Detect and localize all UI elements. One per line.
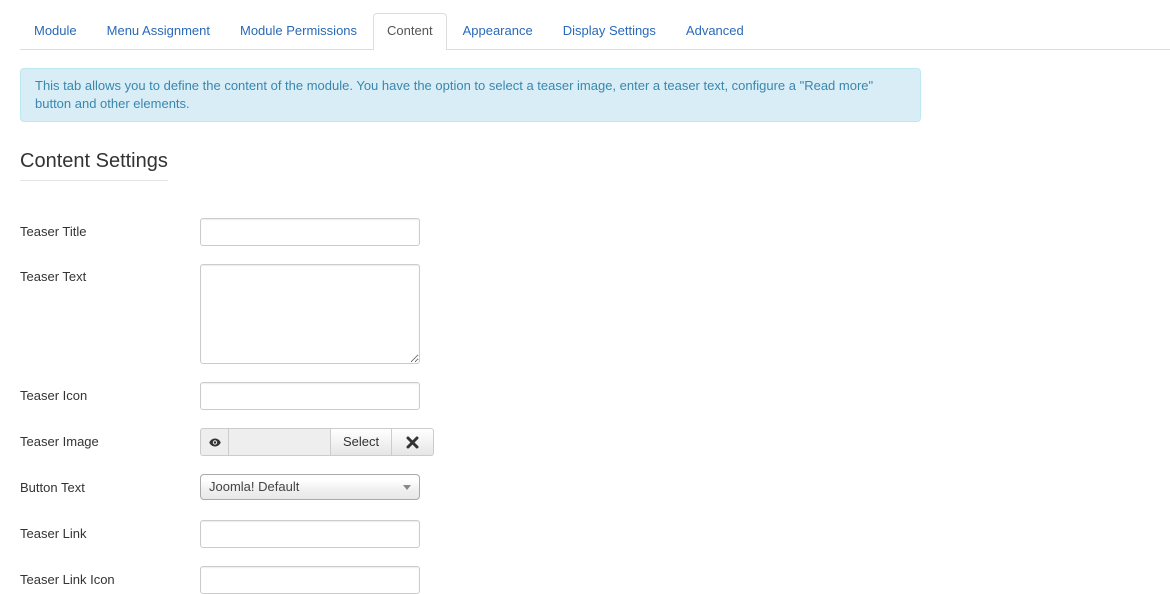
teaser-link-input[interactable] (200, 520, 420, 548)
close-icon[interactable] (392, 428, 435, 456)
row-teaser-icon: Teaser Icon (20, 382, 520, 410)
row-teaser-title: Teaser Title (20, 218, 520, 246)
info-alert-text: This tab allows you to define the conten… (35, 78, 874, 111)
button-text-selected-value: Joomla! Default (209, 479, 300, 494)
teaser-image-path[interactable] (228, 428, 331, 456)
teaser-link-label: Teaser Link (20, 526, 87, 541)
tab-bar: Module Menu Assignment Module Permission… (20, 13, 1170, 50)
row-teaser-link: Teaser Link (20, 520, 520, 548)
chevron-down-icon (403, 485, 411, 490)
info-alert: This tab allows you to define the conten… (20, 68, 921, 122)
row-teaser-image: Teaser Image Select (20, 428, 520, 456)
button-text-select[interactable]: Joomla! Default (200, 474, 420, 500)
eye-icon[interactable] (200, 428, 228, 456)
row-button-text: Button Text Joomla! Default (20, 474, 520, 502)
teaser-image-media-field: Select (200, 428, 435, 456)
row-teaser-text: Teaser Text (20, 264, 520, 364)
section-title: Content Settings (20, 150, 168, 181)
teaser-link-icon-label: Teaser Link Icon (20, 572, 115, 587)
teaser-image-label: Teaser Image (20, 434, 99, 449)
tab-module[interactable]: Module (20, 13, 91, 49)
teaser-image-select-button[interactable]: Select (331, 428, 393, 456)
teaser-text-textarea[interactable] (200, 264, 420, 364)
teaser-title-label: Teaser Title (20, 224, 87, 239)
tab-display-settings[interactable]: Display Settings (549, 13, 670, 49)
teaser-link-icon-input[interactable] (200, 566, 420, 594)
tab-menu-assignment[interactable]: Menu Assignment (93, 13, 224, 49)
teaser-title-input[interactable] (200, 218, 420, 246)
teaser-text-label: Teaser Text (20, 269, 87, 284)
page: Module Menu Assignment Module Permission… (0, 0, 1170, 594)
button-text-label: Button Text (20, 480, 85, 495)
tab-module-permissions[interactable]: Module Permissions (226, 13, 371, 49)
tab-content[interactable]: Content (373, 13, 447, 50)
tab-advanced[interactable]: Advanced (672, 13, 758, 49)
teaser-icon-input[interactable] (200, 382, 420, 410)
tab-appearance[interactable]: Appearance (449, 13, 547, 49)
row-teaser-link-icon: Teaser Link Icon (20, 566, 520, 594)
teaser-icon-label: Teaser Icon (20, 388, 88, 403)
